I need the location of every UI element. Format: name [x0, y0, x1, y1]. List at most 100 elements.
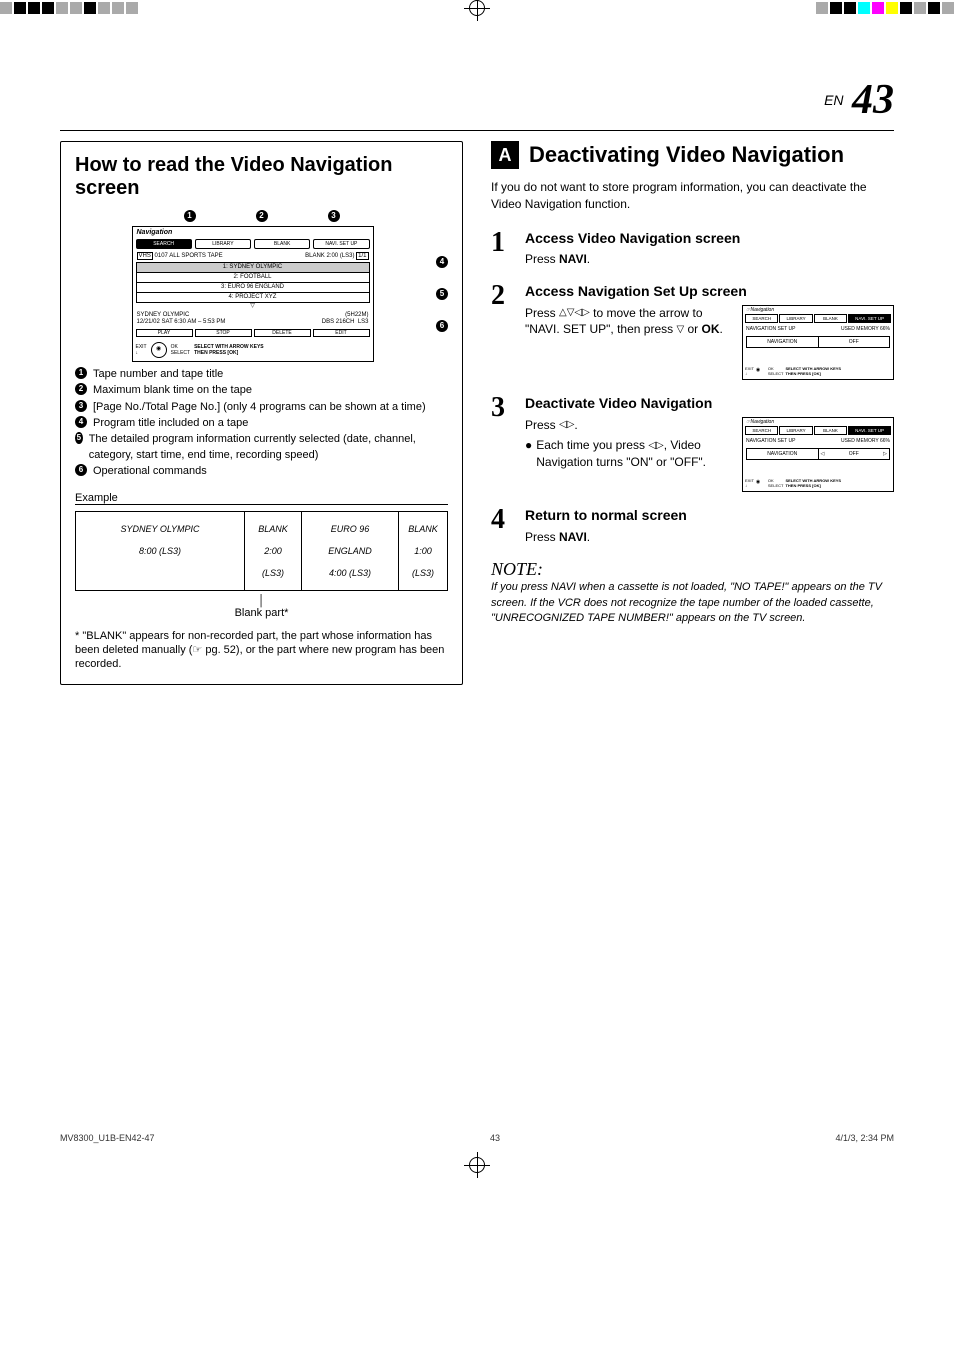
- badge-a: A: [491, 141, 519, 169]
- callout-5: 5: [436, 288, 448, 300]
- job-page: 43: [490, 1133, 500, 1143]
- right-column: A Deactivating Video Navigation If you d…: [491, 141, 894, 685]
- left-column: How to read the Video Navigation screen …: [60, 141, 463, 685]
- small-nav-screen-3: ☞Navigation SEARCH LIBRARY BLANK NAVI. S…: [742, 417, 894, 492]
- howto-box: How to read the Video Navigation screen …: [60, 141, 463, 685]
- nav-screen-diagram: Navigation SEARCH LIBRARY BLANK NAVI. SE…: [132, 226, 374, 362]
- list-item: 1: SYDNEY OLYMPIC: [137, 263, 369, 273]
- legend: 1Tape number and tape title 2Maximum bla…: [75, 362, 448, 480]
- tape-c2b: 2:00: [249, 540, 297, 562]
- tab-blank: BLANK: [254, 239, 310, 249]
- step-1: 1 Access Video Navigation screen Press N…: [491, 229, 894, 268]
- howto-title: How to read the Video Navigation screen: [75, 154, 448, 200]
- legend-3: [Page No./Total Page No.] (only 4 progra…: [93, 400, 426, 415]
- step-num-3: 3: [491, 394, 515, 422]
- list-item: 3: EURO 96 ENGLAND: [137, 283, 369, 293]
- page-en-label: EN: [824, 92, 843, 108]
- callout-3: 3: [328, 210, 340, 222]
- example-label: Example: [75, 492, 448, 505]
- tape-c1b: 8:00 (LS3): [80, 540, 240, 562]
- tape-c1a: SYDNEY OLYMPIC: [80, 518, 240, 540]
- detail-date: 12/21/02 SAT 6:30 AM – 5:53 PM: [137, 319, 226, 326]
- cmd-stop: STOP: [195, 329, 252, 337]
- tape-c3a: EURO 96: [306, 518, 394, 540]
- step-1-body-c: .: [587, 252, 590, 266]
- legend-6: Operational commands: [93, 464, 207, 479]
- nav-tabs: SEARCH LIBRARY BLANK NAVI. SET UP: [133, 239, 373, 252]
- nav-brand: Navigation: [137, 229, 173, 236]
- step-1-title: Access Video Navigation screen: [525, 229, 894, 249]
- legend-5: The detailed program information current…: [89, 432, 448, 463]
- footer-hint1: SELECT WITH ARROW KEYS: [194, 344, 264, 350]
- pager: 1/1: [356, 252, 368, 260]
- right-swatches: [816, 2, 954, 14]
- legend-1: Tape number and tape title: [93, 367, 223, 382]
- small-nav-screen-2: ☞Navigation SEARCH LIBRARY BLANK NAVI. S…: [742, 305, 894, 380]
- tape-c2c: (LS3): [249, 562, 297, 584]
- step-4-body-c: .: [587, 530, 590, 544]
- note-body: If you press NAVI when a cassette is not…: [491, 580, 894, 626]
- step-3-press: Press ◁▷.: [525, 417, 734, 434]
- cmd-delete: DELETE: [254, 329, 311, 337]
- registration-mark-icon: [469, 0, 485, 16]
- footer-select: SELECT: [171, 350, 190, 356]
- step-3: 3 Deactivate Video Navigation Press ◁▷. …: [491, 394, 894, 492]
- blank-part-label: Blank part*: [235, 607, 289, 619]
- list-item: 2: FOOTBALL: [137, 273, 369, 283]
- tape-id: 0107: [155, 253, 168, 259]
- job-timestamp: 4/1/3, 2:34 PM: [835, 1133, 894, 1143]
- callout-1: 1: [184, 210, 196, 222]
- small-row-label: NAVIGATION: [747, 337, 819, 347]
- callout-top-row: 1 2 3: [75, 210, 448, 222]
- step-num-1: 1: [491, 229, 515, 257]
- small-bar-left: NAVIGATION SET UP: [746, 326, 795, 332]
- step-4: 4 Return to normal screen Press NAVI.: [491, 506, 894, 545]
- cmd-edit: EDIT: [313, 329, 370, 337]
- legend-2: Maximum blank time on the tape: [93, 383, 252, 398]
- job-footer: MV8300_U1B-EN42-47 43 4/1/3, 2:34 PM: [0, 1125, 954, 1151]
- nav-tape-row: VHS 0107 ALL SPORTS TAPE BLANK 2:00 (LS3…: [133, 252, 373, 261]
- footnote: * "BLANK" appears for non-recorded part,…: [75, 629, 448, 672]
- tab-search: SEARCH: [136, 239, 192, 249]
- step-3-bullet: Each time you press ◁▷, Video Navigation…: [536, 437, 734, 471]
- detail-title: SYDNEY OLYMPIC: [137, 312, 226, 319]
- step-1-body-a: Press: [525, 252, 559, 266]
- detail-ch: DBS 216CH: [322, 319, 355, 325]
- cmd-play: PLAY: [136, 329, 193, 337]
- step-2-body: Press △▽◁▷ to move the arrow to "NAVI. S…: [525, 306, 723, 337]
- page-number-row: EN 43: [60, 76, 894, 131]
- tape-c4b: 1:00: [403, 540, 443, 562]
- step-4-title: Return to normal screen: [525, 506, 894, 526]
- intro-text: If you do not want to store program info…: [491, 179, 894, 213]
- step-4-body-b: NAVI: [559, 530, 587, 544]
- tape-c3c: 4:00 (LS3): [306, 562, 394, 584]
- nav-footer: EXIT ↓ ◉ OK SELECT SELECT WITH ARROW KEY…: [133, 339, 373, 361]
- jog-icon: ◉: [151, 342, 167, 358]
- page-number: 43: [852, 77, 894, 123]
- step-2: 2 Access Navigation Set Up screen Press …: [491, 282, 894, 380]
- nav-cmds: PLAY STOP DELETE EDIT: [133, 327, 373, 339]
- step-3-title: Deactivate Video Navigation: [525, 394, 894, 414]
- step-1-body-b: NAVI: [559, 252, 587, 266]
- bottom-registration: [0, 1151, 954, 1184]
- step-num-2: 2: [491, 282, 515, 310]
- tape-diagram: SYDNEY OLYMPIC 8:00 (LS3) BLANK 2:00 (LS…: [75, 511, 448, 591]
- tape-title: ALL SPORTS TAPE: [169, 253, 222, 259]
- legend-4: Program title included on a tape: [93, 416, 248, 431]
- callout-4: 4: [436, 256, 448, 268]
- footer-exit: EXIT: [136, 344, 147, 350]
- list-item: 4: PROJECT XYZ: [137, 293, 369, 302]
- small-bar-right: USED MEMORY 66%: [841, 326, 890, 332]
- callout-6: 6: [436, 320, 448, 332]
- nav-list: 1: SYDNEY OLYMPIC 2: FOOTBALL 3: EURO 96…: [136, 262, 370, 304]
- note-title: NOTE:: [491, 559, 894, 580]
- section-heading-row: A Deactivating Video Navigation: [491, 141, 894, 169]
- tape-c3b: ENGLAND: [306, 540, 394, 562]
- callout-2: 2: [256, 210, 268, 222]
- step-2-title: Access Navigation Set Up screen: [525, 282, 894, 302]
- step-4-body-a: Press: [525, 530, 559, 544]
- footer-hint2: THEN PRESS [OK]: [194, 350, 264, 356]
- nav-detail-row: SYDNEY OLYMPIC 12/21/02 SAT 6:30 AM – 5:…: [133, 311, 373, 327]
- detail-dur: (5H22M): [322, 312, 369, 319]
- left-swatches: [0, 2, 138, 14]
